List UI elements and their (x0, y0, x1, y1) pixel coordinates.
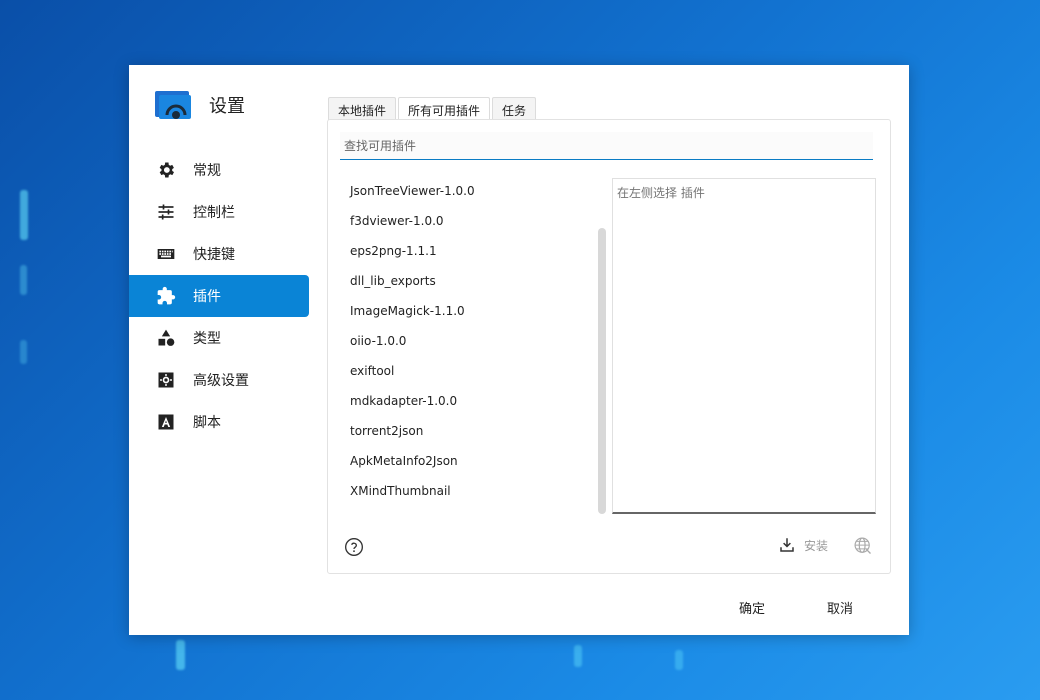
background-glow (675, 650, 683, 670)
list-item[interactable]: dll_lib_exports (340, 266, 592, 296)
app-logo-icon (155, 91, 191, 119)
sidebar-item-plugins[interactable]: 插件 (129, 275, 309, 317)
sidebar-item-script[interactable]: 脚本 (129, 401, 309, 443)
sidebar-item-label: 插件 (193, 289, 221, 305)
dialog-title: 设置 (209, 96, 245, 117)
download-icon (780, 538, 794, 552)
advanced-gear-icon (155, 369, 177, 391)
install-button[interactable]: 安装 (778, 536, 828, 554)
background-glow (574, 645, 582, 667)
sidebar-item-label: 高级设置 (193, 373, 249, 389)
sidebar-item-shortcuts[interactable]: 快捷键 (129, 233, 309, 275)
sidebar-item-label: 控制栏 (193, 205, 235, 221)
settings-dialog: 设置 常规 控制栏 快捷键 插件 类型 高级设置 脚本 本地插件 所有可用插件 … (129, 65, 909, 635)
plugin-list: JsonTreeViewer-1.0.0 f3dviewer-1.0.0 eps… (340, 176, 592, 516)
script-icon (155, 411, 177, 433)
sidebar-nav: 常规 控制栏 快捷键 插件 类型 高级设置 脚本 (129, 149, 309, 443)
help-icon[interactable] (344, 537, 364, 557)
plugin-list-scrollbar[interactable] (598, 228, 606, 514)
sidebar-item-advanced[interactable]: 高级设置 (129, 359, 309, 401)
background-glow (20, 340, 27, 364)
list-item[interactable]: ImageMagick-1.1.0 (340, 296, 592, 326)
keyboard-icon (155, 243, 177, 265)
sliders-icon (155, 201, 177, 223)
sidebar-item-label: 脚本 (193, 415, 221, 431)
ok-button[interactable]: 确定 (739, 598, 765, 617)
sidebar-item-controlbar[interactable]: 控制栏 (129, 191, 309, 233)
sidebar-item-label: 常规 (193, 163, 221, 179)
sidebar-item-label: 快捷键 (193, 247, 235, 263)
list-item[interactable]: ApkMetaInfo2Json (340, 446, 592, 476)
list-item[interactable]: torrent2json (340, 416, 592, 446)
install-label: 安装 (804, 538, 829, 553)
list-item[interactable]: JsonTreeViewer-1.0.0 (340, 176, 592, 206)
list-item[interactable]: XMindThumbnail (340, 476, 592, 506)
background-glow (20, 190, 28, 240)
list-item[interactable]: oiio-1.0.0 (340, 326, 592, 356)
list-item[interactable]: mdkadapter-1.0.0 (340, 386, 592, 416)
sidebar-item-general[interactable]: 常规 (129, 149, 309, 191)
list-item[interactable]: exiftool (340, 356, 592, 386)
list-item[interactable]: eps2png-1.1.1 (340, 236, 592, 266)
shapes-icon (155, 327, 177, 349)
gear-icon (155, 159, 177, 181)
sidebar-item-label: 类型 (193, 331, 221, 347)
globe-icon[interactable] (853, 536, 873, 556)
sidebar-item-types[interactable]: 类型 (129, 317, 309, 359)
plugin-search-input[interactable] (340, 132, 873, 160)
plugin-panel: JsonTreeViewer-1.0.0 f3dviewer-1.0.0 eps… (327, 119, 891, 574)
plugin-detail-area[interactable] (612, 178, 876, 514)
puzzle-icon (155, 285, 177, 307)
background-glow (176, 640, 185, 670)
cancel-button[interactable]: 取消 (827, 598, 853, 617)
background-glow (20, 265, 27, 295)
list-item[interactable]: f3dviewer-1.0.0 (340, 206, 592, 236)
dialog-header: 设置 (153, 89, 245, 121)
